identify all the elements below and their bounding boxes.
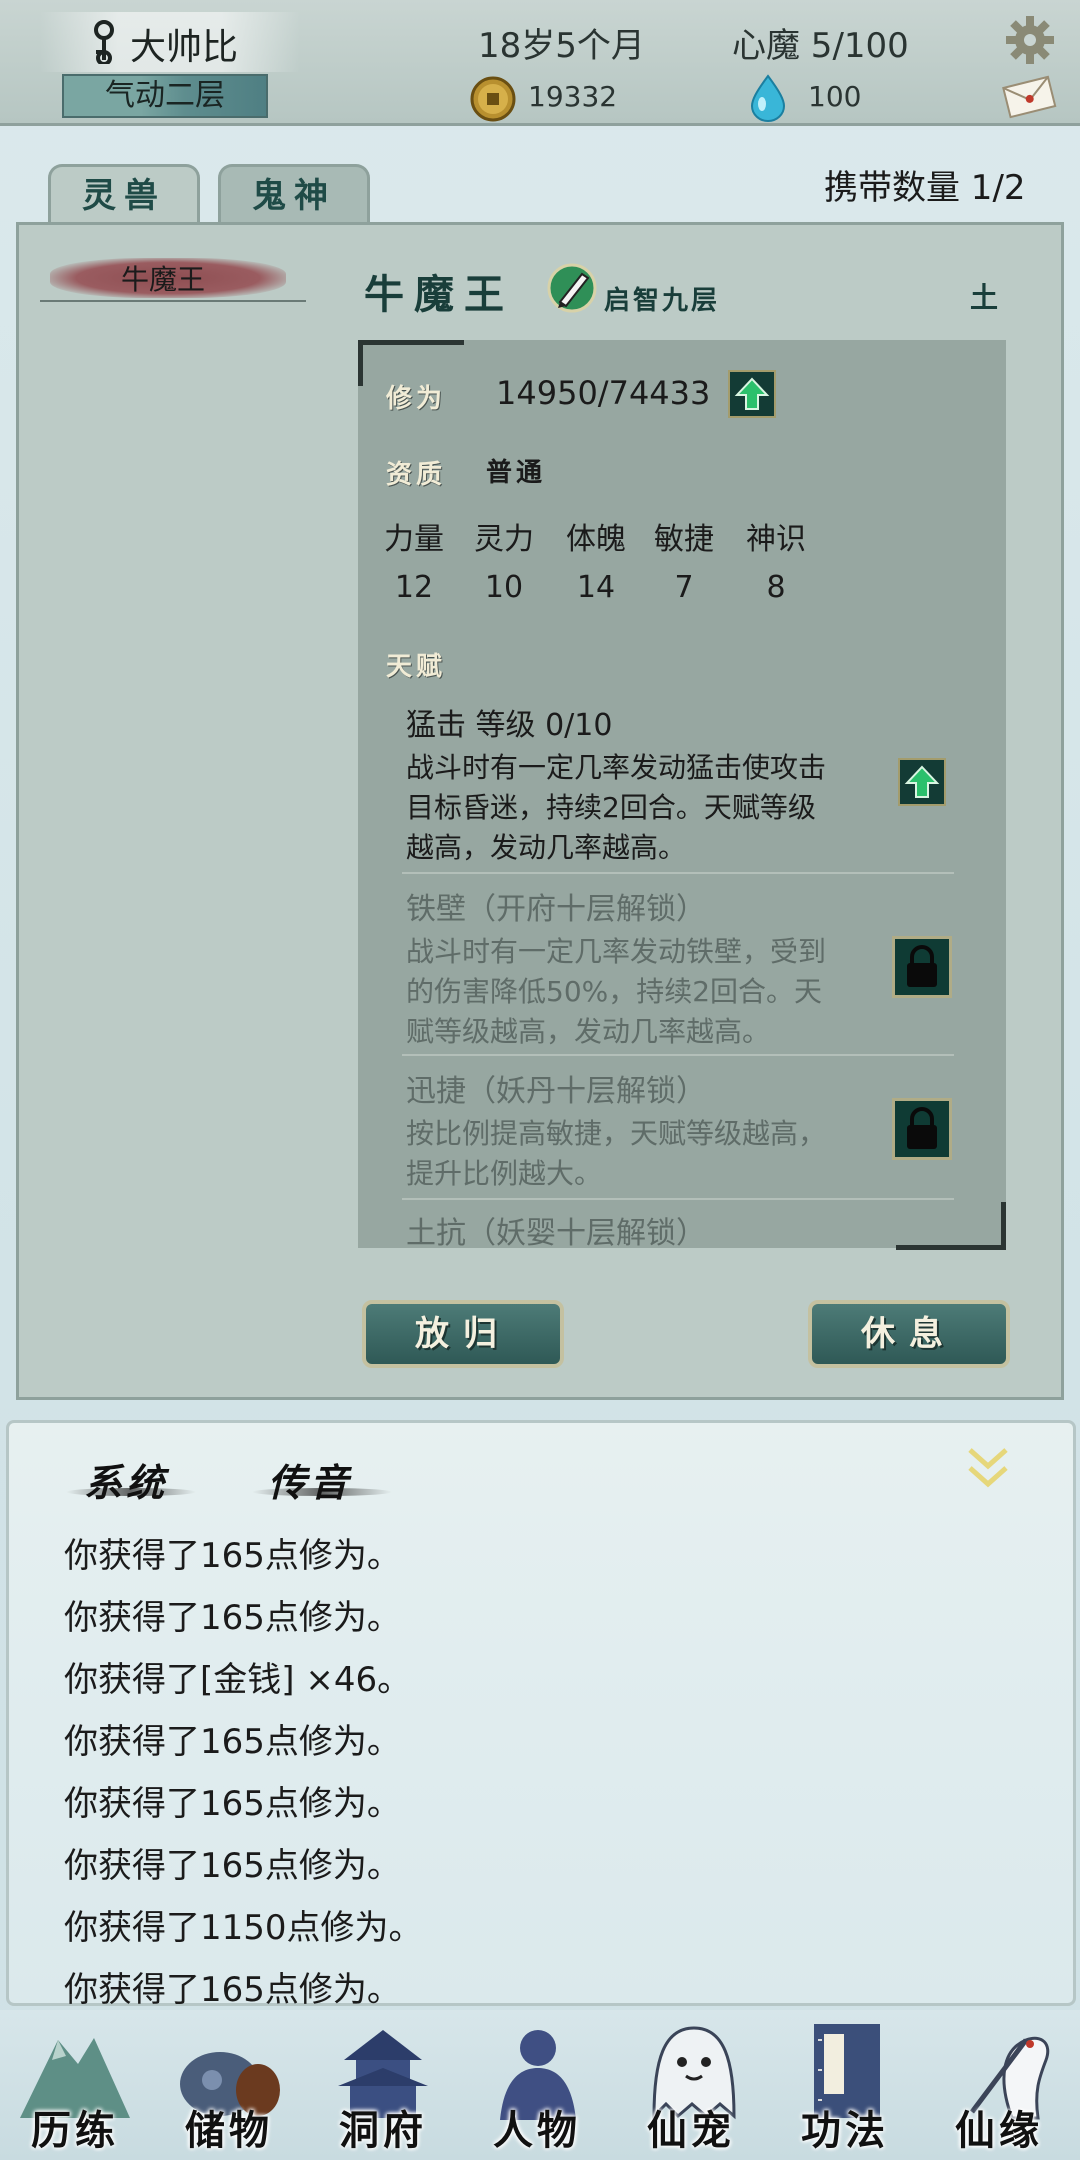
nav-item-pet[interactable]: 仙宠 (616, 2020, 766, 2160)
lock-icon (907, 1107, 937, 1149)
log-line: 你获得了165点修为。 (64, 1722, 401, 1762)
tab-spirit-beast[interactable]: 灵兽 (48, 164, 200, 230)
talent-swift-desc: 按比例提高敏捷，天赋等级越高， 提升比例越大。 (406, 1117, 827, 1190)
nav-item-label: 功法 (801, 2107, 889, 2154)
pet-level: 启智九层 (604, 286, 721, 316)
talent-divider (402, 872, 954, 874)
release-button[interactable]: 放归 (362, 1300, 564, 1368)
log-line: 你获得了165点修为。 (64, 1536, 401, 1576)
arrow-up-icon (904, 765, 940, 798)
nav-item-training[interactable]: 历练 (0, 2020, 150, 2160)
coin-count: 19332 (528, 80, 618, 113)
talent-swift-lock[interactable] (892, 1098, 952, 1160)
cultivation-value: 14950/74433 (496, 374, 711, 412)
tab-ghost-god[interactable]: 鬼神 (218, 164, 370, 226)
log-line: 你获得了165点修为。 (64, 1598, 401, 1638)
talent-divider (402, 1054, 954, 1056)
age-text: 18岁5个月 (478, 26, 645, 66)
talent-smash-desc: 战斗时有一定几率发动猛击使攻击 目标昏迷，持续2回合。天赋等级 越高，发动几率越… (406, 751, 827, 864)
aptitude-value: 普通 (486, 458, 547, 488)
nav-item-cave[interactable]: 洞府 (308, 2020, 458, 2160)
nav-item-label: 洞府 (339, 2107, 427, 2154)
talent-divider (402, 1198, 954, 1200)
arrow-up-icon (734, 377, 770, 410)
gear-icon[interactable] (1004, 14, 1056, 66)
nav-item-label: 储物 (185, 2107, 273, 2154)
talent-iron-wall-title: 铁壁（开府十层解锁） (406, 892, 706, 927)
nav-item-skills[interactable]: 功法 (770, 2020, 920, 2160)
nav-item-label: 仙缘 (955, 2107, 1043, 2154)
pet-list-item[interactable]: 牛魔王 (40, 254, 306, 302)
lock-icon (907, 945, 937, 987)
talent-swift-title: 迅捷（妖丹十层解锁） (406, 1074, 706, 1109)
coin-icon (470, 76, 516, 122)
carry-count: 携带数量 1/2 (824, 168, 1026, 208)
nav-item-label: 仙宠 (647, 2107, 735, 2154)
attr-divine-sense-label: 神识 (746, 522, 806, 557)
list-underline (40, 300, 306, 302)
log-line: 你获得了165点修为。 (64, 1784, 401, 1824)
talent-earth-resist-title: 土抗（妖婴十层解锁） (406, 1216, 706, 1248)
talent-label: 天赋 (386, 652, 447, 682)
rest-button[interactable]: 休息 (808, 1300, 1010, 1368)
attr-divine-sense-value: 8 (766, 570, 786, 605)
chevron-down-icon[interactable] (966, 1444, 1010, 1492)
key-icon (94, 20, 114, 64)
log-tab-system[interactable]: 系统 (84, 1452, 168, 1507)
talent-iron-wall-lock[interactable] (892, 936, 952, 998)
talent-smash-title: 猛击 等级 0/10 (406, 708, 613, 743)
pet-stats-panel[interactable]: 修为 14950/74433 资质 普通 力量 灵力 体魄 敏捷 神识 12 1… (358, 340, 1006, 1248)
talent-smash-upgrade-button[interactable] (898, 758, 946, 806)
log-line: 你获得了165点修为。 (64, 1846, 401, 1886)
mail-icon[interactable] (1000, 72, 1058, 120)
cultivation-upgrade-button[interactable] (728, 370, 776, 418)
nav-item-fate[interactable]: 仙缘 (924, 2020, 1074, 2160)
realm-badge: 气动二层 (62, 74, 268, 118)
panel-corner-decoration (896, 1202, 1006, 1250)
top-status-bar: 大帅比 气动二层 18岁5个月 心魔 5/100 19332 100 (0, 0, 1080, 126)
spirit-stone-count: 100 (808, 80, 862, 113)
aptitude-label: 资质 (386, 460, 447, 490)
pet-name-title: 牛魔王 (364, 271, 514, 318)
nav-item-label: 历练 (31, 2107, 119, 2154)
water-drop-icon (750, 74, 786, 122)
rename-brush-icon[interactable] (546, 262, 598, 314)
log-line: 你获得了1150点修为。 (64, 1908, 423, 1948)
talent-iron-wall-desc: 战斗时有一定几率发动铁壁，受到 的伤害降低50%，持续2回合。天 赋等级越高，发… (406, 935, 827, 1048)
heart-demon-text: 心魔 5/100 (732, 26, 909, 66)
nav-item-character[interactable]: 人物 (462, 2020, 612, 2160)
log-line: 你获得了[金钱] ×46。 (64, 1660, 412, 1700)
log-tab-whisper[interactable]: 传音 (268, 1452, 352, 1507)
log-line: 你获得了165点修为。 (64, 1970, 401, 2010)
panel-corner-decoration (358, 340, 464, 386)
pet-list-item-label: 牛魔王 (120, 263, 205, 296)
nav-item-storage[interactable]: 储物 (154, 2020, 304, 2160)
pet-element: 土 (970, 281, 999, 314)
nav-item-label: 人物 (493, 2107, 581, 2154)
player-name[interactable]: 大帅比 (130, 18, 238, 70)
